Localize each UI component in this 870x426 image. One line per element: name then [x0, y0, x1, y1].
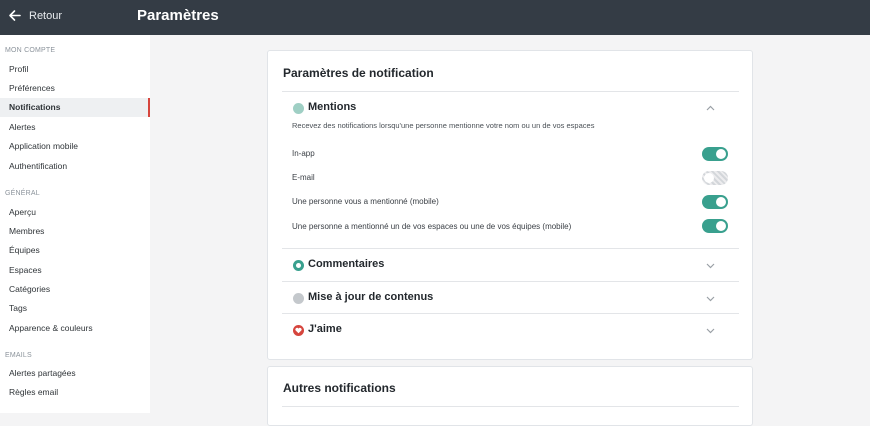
sidebar-item-notifications[interactable]: Notifications: [0, 98, 150, 117]
top-bar: Retour Paramètres: [0, 0, 870, 35]
sidebar-heading-emails: EMAILS: [5, 352, 32, 359]
toggle-in-app[interactable]: [702, 147, 728, 161]
chevron-down-icon: [706, 328, 715, 334]
option-label-in-app: In-app: [292, 149, 315, 158]
card-title: Paramètres de notification: [283, 66, 434, 80]
divider: [282, 406, 739, 407]
sidebar-item-apercu[interactable]: Aperçu: [0, 203, 150, 222]
mentions-description: Recevez des notifications lorsqu'une per…: [292, 121, 595, 130]
mention-icon: [293, 103, 304, 114]
other-card-title: Autres notifications: [283, 381, 396, 395]
comment-icon: [293, 260, 304, 271]
sidebar-item-profil[interactable]: Profil: [0, 60, 150, 79]
chevron-down-icon: [706, 296, 715, 302]
toggle-space-team-mobile[interactable]: [702, 219, 728, 233]
sidebar-item-authentification[interactable]: Authentification: [0, 157, 150, 176]
page-title: Paramètres: [137, 7, 219, 24]
toggle-email[interactable]: [702, 171, 728, 185]
section-commentaires-header[interactable]: Commentaires: [282, 249, 739, 281]
sidebar-item-equipes[interactable]: Équipes: [0, 241, 150, 260]
sidebar: MON COMPTE Profil Préférences Notificati…: [0, 35, 150, 413]
option-label-mention-mobile: Une personne vous a mentionné (mobile): [292, 197, 439, 206]
sidebar-item-categories[interactable]: Catégories: [0, 280, 150, 299]
sidebar-item-espaces[interactable]: Espaces: [0, 261, 150, 280]
section-title-commentaires: Commentaires: [308, 258, 385, 270]
option-label-email: E-mail: [292, 173, 315, 182]
option-label-space-team-mobile: Une personne a mentionné un de vos espac…: [292, 222, 572, 231]
arrow-left-icon: [9, 10, 21, 21]
sidebar-item-alertes[interactable]: Alertes: [0, 118, 150, 137]
back-button[interactable]: Retour: [8, 9, 62, 22]
heart-icon: [293, 325, 304, 336]
section-mentions-header[interactable]: Mentions: [282, 92, 739, 124]
other-notifications-card: Autres notifications: [267, 366, 753, 426]
sidebar-item-alertes-partagees[interactable]: Alertes partagées: [0, 364, 150, 383]
chevron-up-icon: [706, 105, 715, 111]
sidebar-item-apparence[interactable]: Apparence & couleurs: [0, 319, 150, 338]
sidebar-item-preferences[interactable]: Préférences: [0, 79, 150, 98]
sidebar-item-membres[interactable]: Membres: [0, 222, 150, 241]
sidebar-item-application-mobile[interactable]: Application mobile: [0, 137, 150, 156]
sidebar-heading-general: GÉNÉRAL: [5, 190, 40, 197]
sidebar-heading-account: MON COMPTE: [5, 47, 56, 54]
sidebar-item-tags[interactable]: Tags: [0, 299, 150, 318]
toggle-mention-mobile[interactable]: [702, 195, 728, 209]
section-title-mentions: Mentions: [308, 101, 357, 113]
section-jaime-header[interactable]: J'aime: [282, 314, 739, 346]
chevron-down-icon: [706, 263, 715, 269]
section-title-jaime: J'aime: [308, 323, 342, 335]
update-icon: [293, 293, 304, 304]
section-title-mise-a-jour: Mise à jour de contenus: [308, 291, 434, 303]
section-mise-a-jour-header[interactable]: Mise à jour de contenus: [282, 282, 739, 314]
back-label: Retour: [29, 9, 63, 22]
sidebar-item-regles-email[interactable]: Règles email: [0, 383, 150, 402]
